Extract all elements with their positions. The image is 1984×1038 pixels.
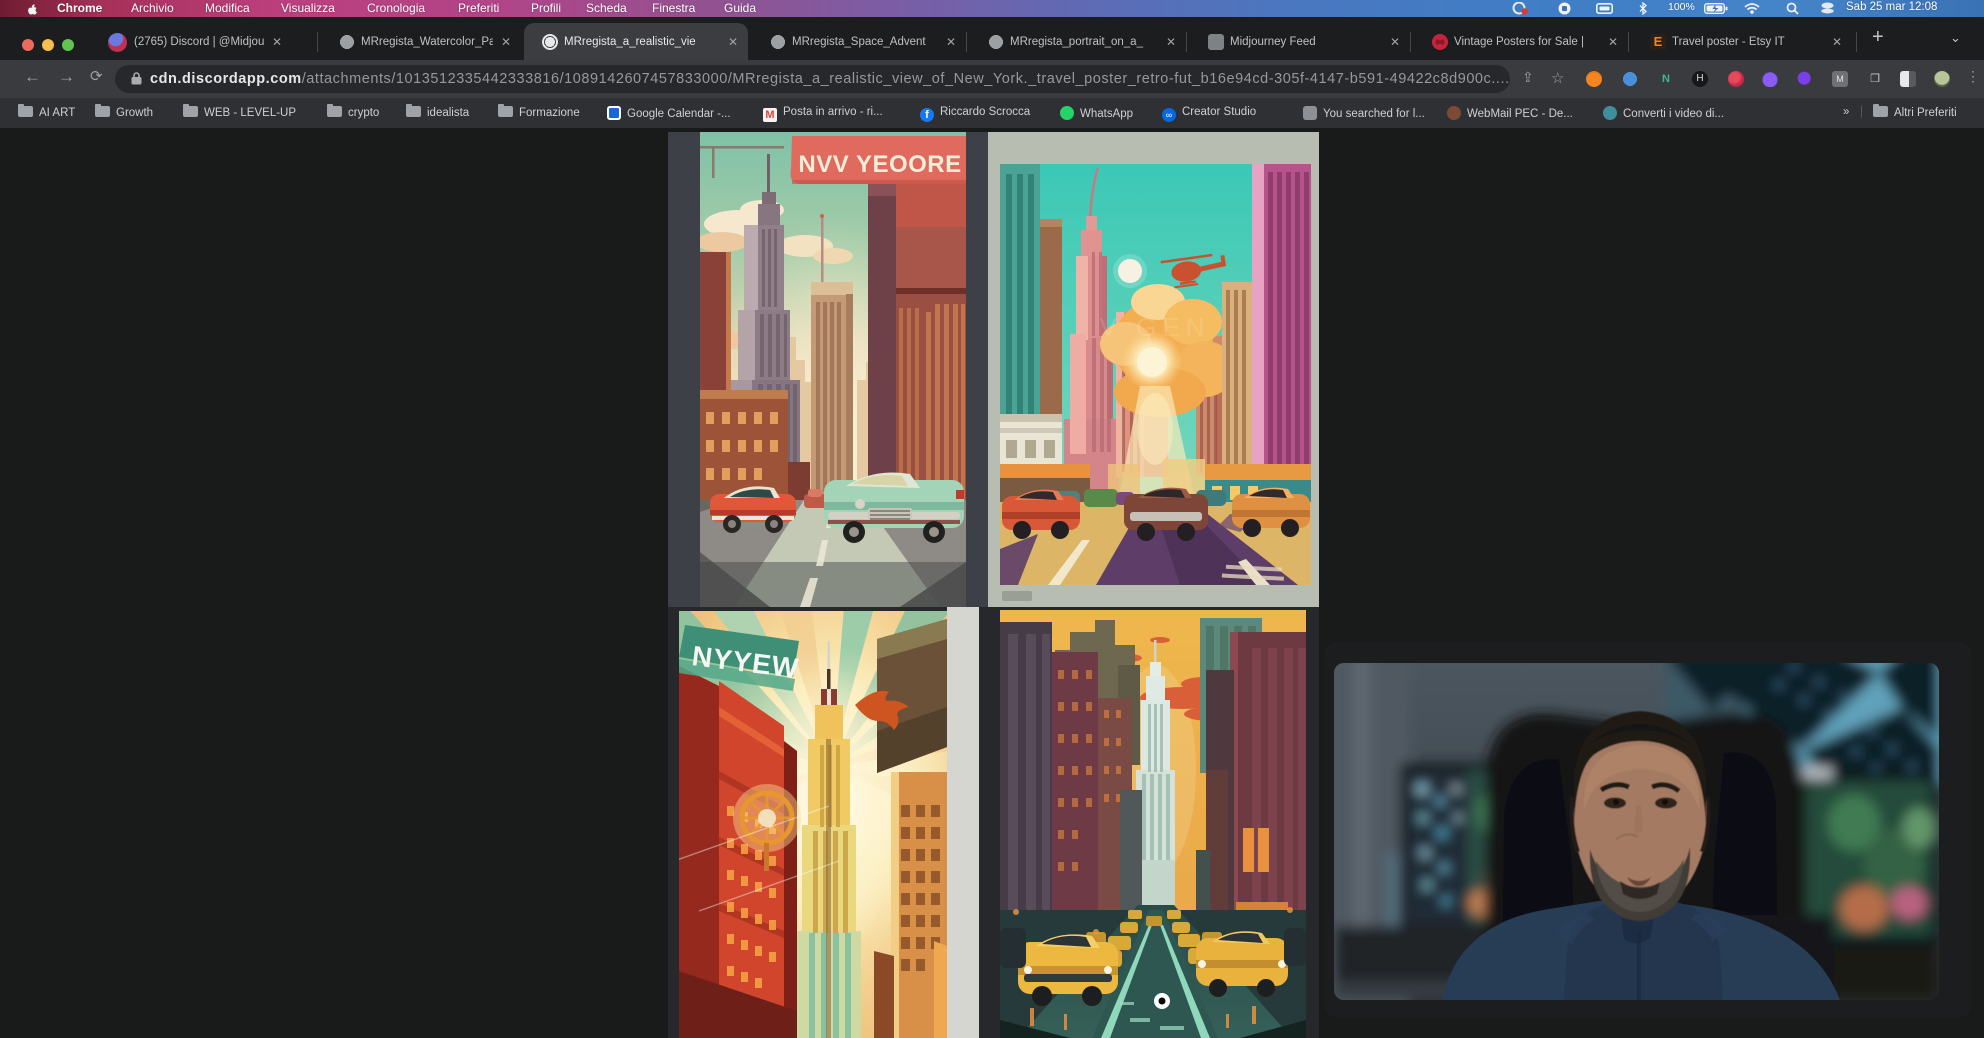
svg-text:NVV YEOORE: NVV YEOORE: [798, 151, 961, 178]
svg-text:V GEN: V GEN: [1100, 312, 1211, 342]
